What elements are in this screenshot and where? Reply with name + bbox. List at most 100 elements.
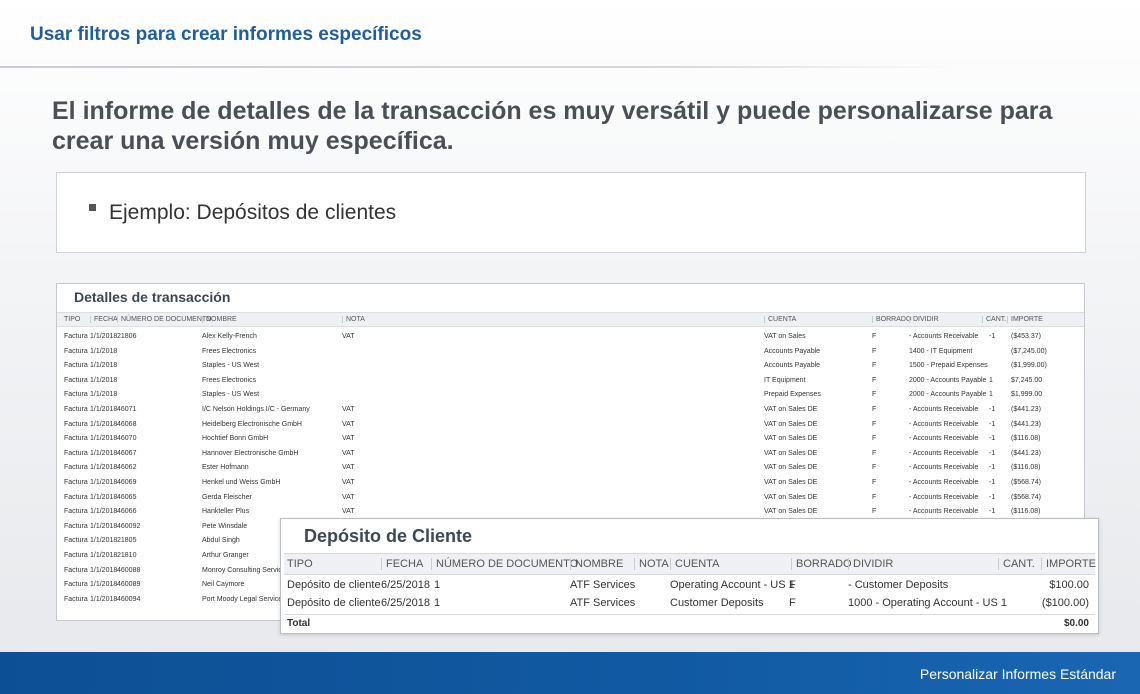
col-header-fecha[interactable]: FECHA	[90, 316, 118, 323]
report-row[interactable]: Factura 1/1/2018 46069 Henkel und Weiss Gmb…	[57, 477, 1084, 492]
cell-fecha: 1/1/2018	[90, 581, 118, 589]
dep-col-borrado[interactable]: BORRADO	[791, 558, 852, 570]
col-header-cuenta[interactable]: CUENTA	[764, 316, 796, 323]
cell-fecha: 1/1/2018	[90, 333, 118, 340]
report-row[interactable]: Factura 1/1/2018 46068 Heidelberg Electroni…	[57, 419, 1084, 434]
cell-num: 46069	[117, 478, 137, 486]
col-header-cant[interactable]: CANT.	[982, 316, 1006, 323]
report-row[interactable]: Factura 1/1/2018 21806 Alex Kelly-French VAT…	[57, 331, 1084, 346]
report-row[interactable]: Factura 1/1/2018 Frees Electronics IT Equip…	[57, 375, 1084, 390]
cell-cuenta: Prepaid Expenses	[764, 391, 821, 399]
cell-cuenta: VAT on Sales DE	[764, 435, 818, 443]
dep-col-cant[interactable]: CANT.	[998, 558, 1035, 570]
dep-cell-fecha: 6/25/2018	[381, 579, 430, 591]
cell-fecha: 1/1/2018	[90, 464, 118, 472]
cell-borrado: F	[872, 333, 877, 340]
col-header-importe[interactable]: IMPORTE	[1007, 316, 1043, 323]
cell-nombre: Frees Electronics	[202, 376, 257, 384]
report-row[interactable]: Factura 1/1/2018 46065 Gerda Fleischer VAT VA…	[57, 492, 1084, 507]
deposit-row[interactable]: Depósito de cliente 6/25/2018 1 ATF Serv…	[284, 595, 1095, 613]
cell-nota: VAT	[342, 449, 355, 457]
cell-borrado: F	[872, 464, 877, 472]
dep-col-fecha[interactable]: FECHA	[381, 558, 423, 570]
cell-importe: ($453.37)	[1011, 333, 1041, 340]
report-row[interactable]: Factura 1/1/2018 Staples - US West Prepaid …	[57, 389, 1084, 404]
example-box: Ejemplo: Depósitos de clientes	[56, 172, 1086, 253]
cell-importe: $1,999.00	[1011, 391, 1043, 399]
cell-num: 46065	[117, 493, 137, 501]
report-row[interactable]: Factura 1/1/2018 46067 Hannover Electronisc…	[57, 448, 1084, 463]
cell-nombre: Monroy Consulting Services	[202, 566, 290, 574]
cell-nota: VAT	[342, 493, 355, 501]
cell-num: 46070	[117, 435, 137, 443]
cell-cuenta: VAT on Sales DE	[764, 449, 818, 457]
dep-col-cuenta[interactable]: CUENTA	[670, 558, 719, 570]
cell-dividir: - Accounts Receivable	[909, 449, 979, 457]
deposit-row[interactable]: Depósito de cliente 6/25/2018 1 ATF Serv…	[284, 577, 1095, 595]
cell-tipo: Factura	[64, 478, 88, 486]
cell-cuenta: VAT on Sales DE	[764, 478, 818, 486]
report-row[interactable]: Factura 1/1/2018 Frees Electronics Accounts…	[57, 346, 1084, 361]
report-row[interactable]: Factura 1/1/2018 46071 I/C Nelson Holdings …	[57, 404, 1084, 419]
cell-nota: VAT	[342, 420, 355, 428]
cell-dividir: - Accounts Receivable	[909, 435, 979, 443]
cell-dividir: - Accounts Receivable	[909, 333, 979, 340]
cell-dividir: 1500 - Prepaid Expenses	[909, 362, 988, 370]
cell-cuenta: VAT on Sales DE	[764, 420, 818, 428]
report-row[interactable]: Factura 1/1/2018 Staples - US West Accounts…	[57, 360, 1084, 375]
cell-tipo: Factura	[64, 508, 88, 516]
cell-num: 21805	[117, 537, 137, 545]
col-header-nota[interactable]: NOTA	[342, 316, 365, 323]
cell-num: 21806	[117, 333, 137, 340]
dep-cell-nombre: ATF Services	[570, 597, 636, 609]
cell-num: 46068	[117, 420, 137, 428]
cell-tipo: Factura	[64, 376, 88, 384]
report-row[interactable]: Factura 1/1/2018 46070 Hochtief Bonn GmbH VA…	[57, 433, 1084, 448]
cell-cuenta: Accounts Payable	[764, 362, 821, 370]
cell-dividir: - Accounts Receivable	[909, 508, 979, 516]
dep-col-nota[interactable]: NOTA	[634, 558, 669, 570]
cell-tipo: Factura	[64, 405, 88, 413]
cell-nota: VAT	[342, 333, 355, 340]
dep-cell-num: 1	[434, 579, 441, 591]
dep-cell-cuenta: Customer Deposits	[670, 597, 764, 609]
cell-tipo: Factura	[64, 551, 88, 559]
cell-fecha: 1/1/2018	[90, 420, 118, 428]
cell-tipo: Factura	[64, 391, 88, 399]
dep-col-tipo[interactable]: TIPO	[287, 558, 313, 570]
cell-importe: ($1,999.00)	[1011, 362, 1047, 370]
dep-col-nombre[interactable]: NOMBRE	[570, 558, 623, 570]
deposit-report-title: Depósito de Cliente	[304, 526, 473, 546]
cell-tipo: Factura	[64, 493, 88, 501]
col-header-borrado[interactable]: BORRADO	[872, 316, 911, 323]
report-row[interactable]: Factura 1/1/2018 46062 Ester Hofmann VAT VAT …	[57, 462, 1084, 477]
cell-borrado: F	[872, 347, 877, 355]
cell-nombre: Frees Electronics	[202, 347, 257, 355]
cell-importe: ($116.08)	[1011, 508, 1041, 516]
dep-col-num[interactable]: NÚMERO DE DOCUMENTO	[431, 558, 578, 570]
cell-tipo: Factura	[64, 435, 88, 443]
dep-col-importe[interactable]: IMPORTE	[1041, 558, 1096, 570]
dep-cell-tipo: Depósito de cliente	[287, 597, 381, 609]
dep-col-dividir[interactable]: DIVIDIR	[848, 558, 893, 570]
cell-nota: VAT	[342, 435, 355, 443]
cell-nombre: Arthur Granger	[202, 551, 249, 559]
cell-borrado: F	[872, 376, 877, 384]
cell-tipo: Factura	[64, 449, 88, 457]
cell-cant: -1	[989, 333, 996, 340]
cell-borrado: F	[872, 449, 877, 457]
cell-tipo: Factura	[64, 420, 88, 428]
col-header-num[interactable]: NÚMERO DE DOCUMENTO	[117, 316, 211, 323]
col-header-tipo[interactable]: TIPO	[64, 316, 80, 323]
cell-cuenta: Accounts Payable	[764, 347, 821, 355]
cell-importe: ($441.23)	[1011, 405, 1041, 413]
cell-fecha: 1/1/2018	[90, 595, 118, 603]
cell-nombre: Hannover Electronische GmbH	[202, 449, 299, 457]
cell-fecha: 1/1/2018	[90, 566, 118, 574]
col-header-dividir[interactable]: DIVIDIR	[909, 316, 939, 323]
col-header-nombre[interactable]: NOMBRE	[202, 316, 237, 323]
cell-borrado: F	[872, 420, 877, 428]
cell-fecha: 1/1/2018	[90, 493, 118, 501]
footer-bar: Personalizar Informes Estándar	[0, 652, 1140, 694]
cell-importe: ($116.08)	[1011, 464, 1041, 472]
